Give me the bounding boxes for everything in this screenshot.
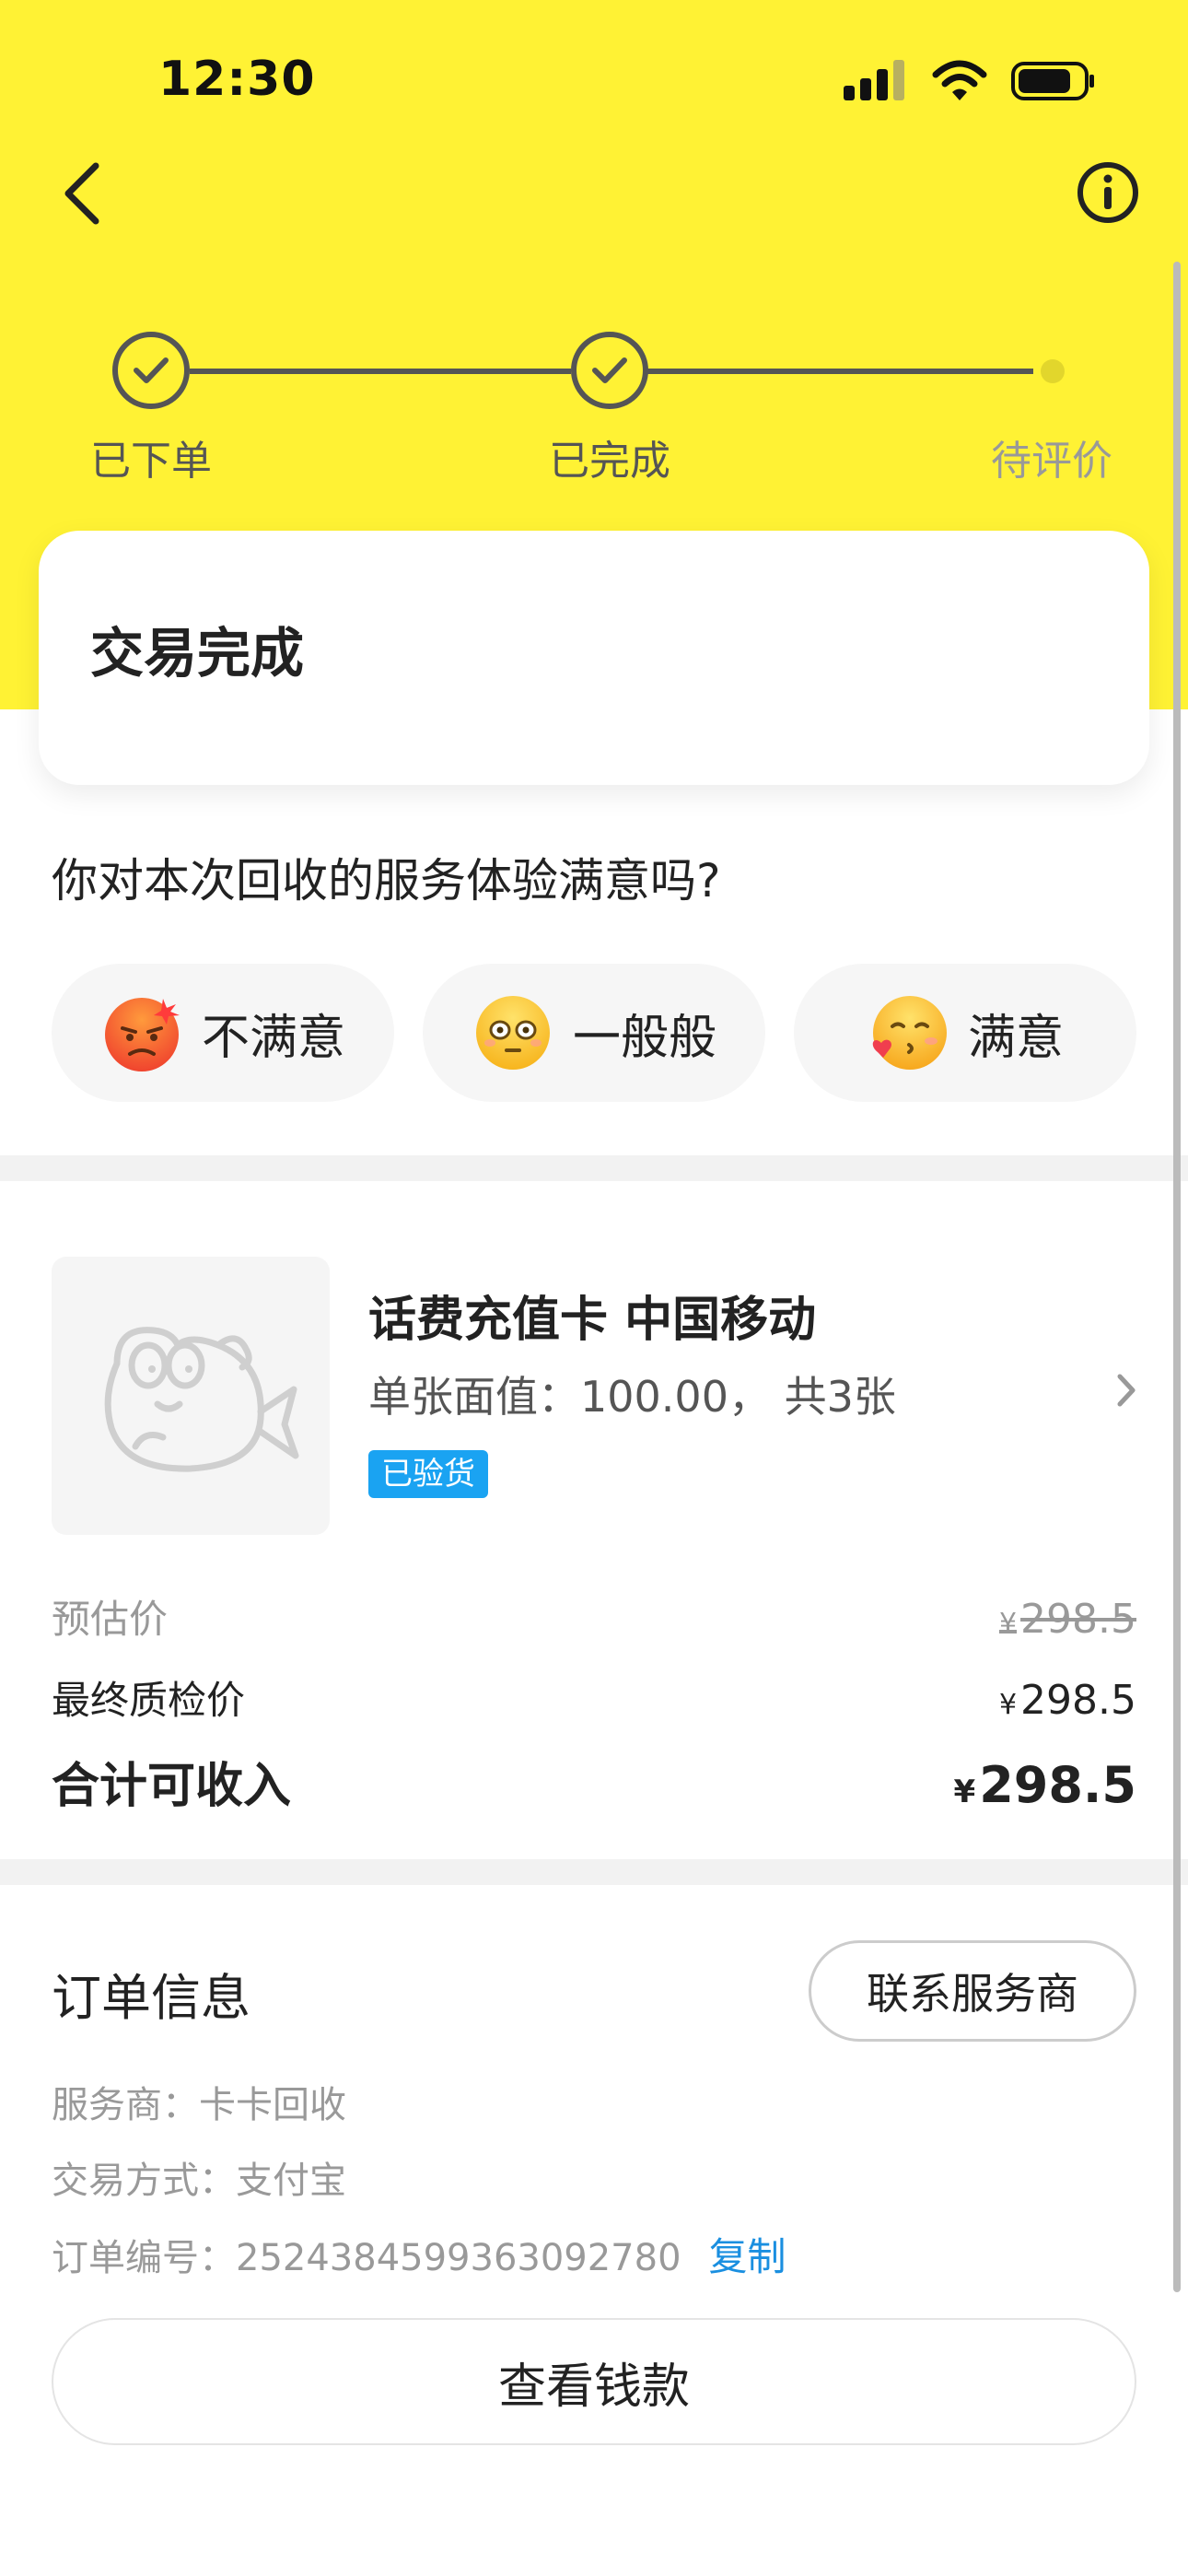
- currency-symbol: ¥: [998, 1608, 1018, 1640]
- rating-options: 不满意 一般般 满意: [52, 964, 1136, 1102]
- product-detail-link[interactable]: [1111, 1367, 1142, 1413]
- provider-line: 服务商：卡卡回收: [52, 2084, 346, 2126]
- estimate-amount: 298.5: [1020, 1596, 1136, 1643]
- rating-satisfied-label: 满意: [967, 1010, 1064, 1066]
- section-divider: [0, 1155, 1188, 1181]
- rating-neutral-button[interactable]: 一般般: [423, 964, 765, 1102]
- progress-line-2: [646, 369, 1033, 374]
- order-progress: 已下单 已完成 待评价: [0, 332, 1188, 498]
- step-label-ordered: 已下单: [90, 438, 212, 485]
- kissing-face-icon: [872, 996, 947, 1070]
- order-number-line: 订单编号：2524384599363092780 复制: [52, 2226, 786, 2282]
- battery-icon: [1011, 62, 1094, 100]
- total-income-label: 合计可收入: [52, 1759, 292, 1814]
- status-bar-icons: [844, 55, 1096, 107]
- neutral-face-icon: [475, 996, 550, 1070]
- section-divider: [0, 1859, 1188, 1885]
- total-income-value: ¥298.5: [954, 1756, 1136, 1814]
- estimate-price-row: 预估价 ¥298.5: [52, 1588, 1136, 1645]
- rating-dissatisfied-label: 不满意: [201, 1010, 345, 1066]
- order-info-title: 订单信息: [52, 1969, 250, 2027]
- order-number-text: 订单编号：2524384599363092780: [52, 2236, 681, 2279]
- step-review-dot: [1041, 359, 1065, 383]
- estimate-price-value: ¥298.5: [999, 1596, 1136, 1643]
- estimate-price-label: 预估价: [52, 1597, 169, 1642]
- total-price-row: 合计可收入 ¥298.5: [52, 1747, 1136, 1816]
- fish-mascot-icon: [104, 1327, 299, 1472]
- status-title: 交易完成: [90, 622, 305, 685]
- total-amount: 298.5: [979, 1756, 1136, 1814]
- rating-satisfied-button[interactable]: 满意: [794, 964, 1136, 1102]
- check-icon: [592, 357, 627, 383]
- inspected-badge: 已验货: [368, 1450, 488, 1498]
- rating-dissatisfied-button[interactable]: 不满意: [52, 964, 394, 1102]
- step-label-completed: 已完成: [549, 438, 670, 485]
- chevron-left-icon: [64, 162, 99, 225]
- step-completed-node: [571, 332, 648, 409]
- product-thumbnail[interactable]: [52, 1257, 330, 1535]
- rating-neutral-label: 一般般: [572, 1010, 716, 1066]
- final-price-row: 最终质检价 ¥298.5: [52, 1669, 1136, 1726]
- final-price-label: 最终质检价: [52, 1678, 246, 1723]
- order-detail-page: 12:30 已下单 已完成 待评价 交易完成 你对本次回收的服务体验满意吗? 不…: [0, 0, 1188, 2576]
- cellular-signal-icon: [844, 60, 904, 100]
- contact-provider-button[interactable]: 联系服务商: [809, 1940, 1136, 2042]
- step-ordered-node: [112, 332, 190, 409]
- product-subtitle: 单张面值：100.00， 共3张: [368, 1372, 896, 1422]
- check-icon: [134, 357, 169, 383]
- info-button[interactable]: [1076, 160, 1140, 225]
- info-icon: [1077, 162, 1138, 223]
- chevron-right-icon: [1117, 1374, 1136, 1407]
- product-title: 话费充值卡 中国移动: [368, 1293, 817, 1348]
- feedback-question: 你对本次回收的服务体验满意吗?: [52, 854, 721, 907]
- view-funds-button[interactable]: 查看钱款: [52, 2318, 1136, 2445]
- step-label-review: 待评价: [991, 438, 1112, 485]
- final-price-value: ¥298.5: [999, 1677, 1136, 1724]
- status-card: 交易完成: [39, 531, 1149, 785]
- back-button[interactable]: [55, 157, 111, 230]
- final-amount: 298.5: [1020, 1677, 1136, 1724]
- scrollbar[interactable]: [1173, 262, 1181, 2292]
- wifi-icon: [932, 60, 987, 100]
- payment-method-line: 交易方式：支付宝: [52, 2160, 346, 2202]
- currency-symbol: ¥: [998, 1689, 1018, 1721]
- currency-symbol: ¥: [953, 1774, 976, 1810]
- copy-order-number-link[interactable]: 复制: [709, 2226, 786, 2282]
- progress-line-1: [190, 369, 571, 374]
- status-bar-time: 12:30: [158, 52, 316, 107]
- angry-face-icon: [104, 998, 180, 1071]
